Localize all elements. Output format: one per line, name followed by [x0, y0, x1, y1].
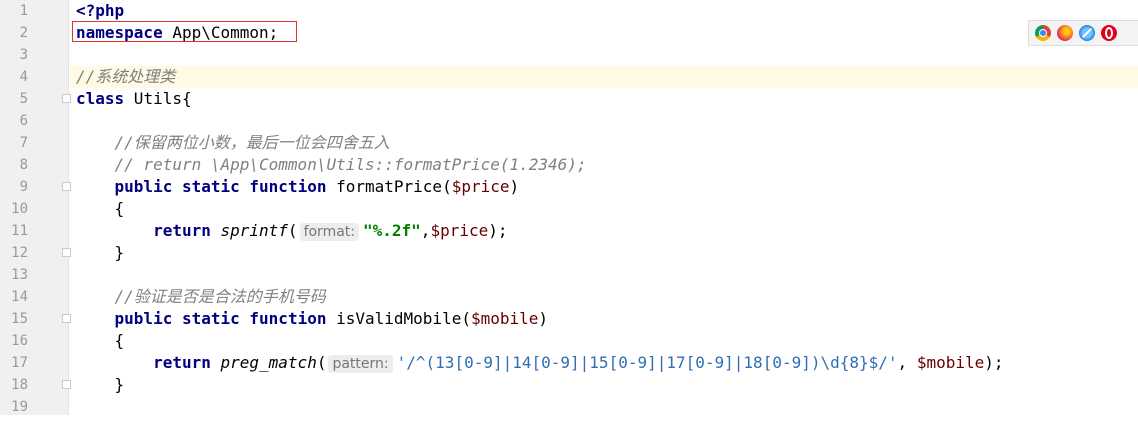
browser-preview-bar: [1028, 20, 1138, 46]
code-line-10: {: [70, 198, 1138, 220]
regex-literal: '/^(13[0-9]|14[0-9]|15[0-9]|17[0-9]|18[0…: [396, 353, 898, 372]
line-number: 5: [19, 91, 28, 107]
comment: //系统处理类: [76, 67, 176, 86]
code-editor[interactable]: 1 2 3 4 5 6 7 8 9 10 11 12 13 14 15 16 1…: [0, 0, 1138, 415]
code-area[interactable]: <?php namespace App\Common; //系统处理类 clas…: [70, 0, 1138, 415]
punctuation: ): [509, 177, 520, 196]
keyword: public: [114, 177, 173, 196]
variable: $price: [451, 177, 510, 196]
variable: $mobile: [470, 309, 539, 328]
parameter-hint: pattern:: [328, 355, 393, 373]
comment: //验证是否是合法的手机号码: [76, 287, 326, 306]
return-keyword: return: [153, 353, 211, 372]
line-number: 10: [11, 201, 28, 217]
code-line-11: return sprintf(format: "%.2f",$price);: [70, 220, 1138, 242]
line-number: 6: [19, 113, 28, 129]
comment: //保留两位小数，最后一位会四舍五入: [76, 133, 390, 152]
code-line-8: // return \App\Common\Utils::formatPrice…: [70, 154, 1138, 176]
keyword: static: [181, 177, 240, 196]
punctuation: ,: [897, 353, 917, 372]
keyword: static: [181, 309, 240, 328]
keyword: public: [114, 309, 173, 328]
code-line-15: public static function isValidMobile($mo…: [70, 308, 1138, 330]
line-number: 1: [19, 3, 28, 19]
line-number: 13: [11, 267, 28, 283]
line-number: 12: [11, 245, 28, 261]
line-number: 8: [19, 157, 28, 173]
firefox-icon[interactable]: [1057, 25, 1073, 41]
code-line-9: public static function formatPrice($pric…: [70, 176, 1138, 198]
code-line-4: //系统处理类: [70, 66, 1138, 88]
php-open-tag: <?php: [76, 1, 125, 20]
function-call: sprintf: [210, 221, 288, 240]
punctuation: (: [316, 353, 327, 372]
class-keyword: class: [76, 89, 125, 108]
comment: // return \App\Common\Utils::formatPrice…: [76, 155, 587, 174]
brace: }: [76, 243, 125, 262]
code-line-12: }: [70, 242, 1138, 264]
punctuation: ,: [420, 221, 431, 240]
namespace-highlight-box: [72, 21, 297, 42]
code-line-18: }: [70, 374, 1138, 396]
punctuation: );: [488, 221, 508, 240]
code-line-17: return preg_match(pattern: '/^(13[0-9]|14…: [70, 352, 1138, 374]
line-number: 15: [11, 311, 28, 327]
variable: $mobile: [916, 353, 985, 372]
line-number: 9: [19, 179, 28, 195]
keyword: function: [249, 309, 327, 328]
keyword: function: [249, 177, 327, 196]
function-call: preg_match: [210, 353, 317, 372]
punctuation: ): [538, 309, 549, 328]
line-number: 3: [19, 47, 28, 63]
code-line-7: //保留两位小数，最后一位会四舍五入: [70, 132, 1138, 154]
chrome-icon[interactable]: [1035, 25, 1051, 41]
parameter-hint: format:: [299, 223, 359, 241]
string-literal: "%.2f": [363, 221, 421, 240]
function-name: isValidMobile(: [326, 309, 471, 328]
function-name: formatPrice(: [326, 177, 452, 196]
brace: }: [76, 375, 125, 394]
code-line-1: <?php: [70, 0, 1138, 22]
line-number: 14: [11, 289, 28, 305]
class-name: Utils{: [124, 89, 192, 108]
line-number: 16: [11, 333, 28, 349]
line-number: 4: [19, 69, 28, 85]
punctuation: );: [984, 353, 1004, 372]
line-number: 2: [19, 25, 28, 41]
line-number: 17: [11, 355, 28, 371]
line-number: 18: [11, 377, 28, 393]
brace: {: [76, 331, 125, 350]
line-number-gutter: 1 2 3 4 5 6 7 8 9 10 11 12 13 14 15 16 1…: [0, 0, 69, 415]
code-line-16: {: [70, 330, 1138, 352]
code-line-5: class Utils{: [70, 88, 1138, 110]
variable: $price: [430, 221, 489, 240]
return-keyword: return: [153, 221, 211, 240]
opera-icon[interactable]: [1101, 25, 1117, 41]
line-number: 11: [11, 223, 28, 239]
brace: {: [76, 199, 125, 218]
punctuation: (: [287, 221, 298, 240]
safari-icon[interactable]: [1079, 25, 1095, 41]
line-number: 7: [19, 135, 28, 151]
code-line-14: //验证是否是合法的手机号码: [70, 286, 1138, 308]
